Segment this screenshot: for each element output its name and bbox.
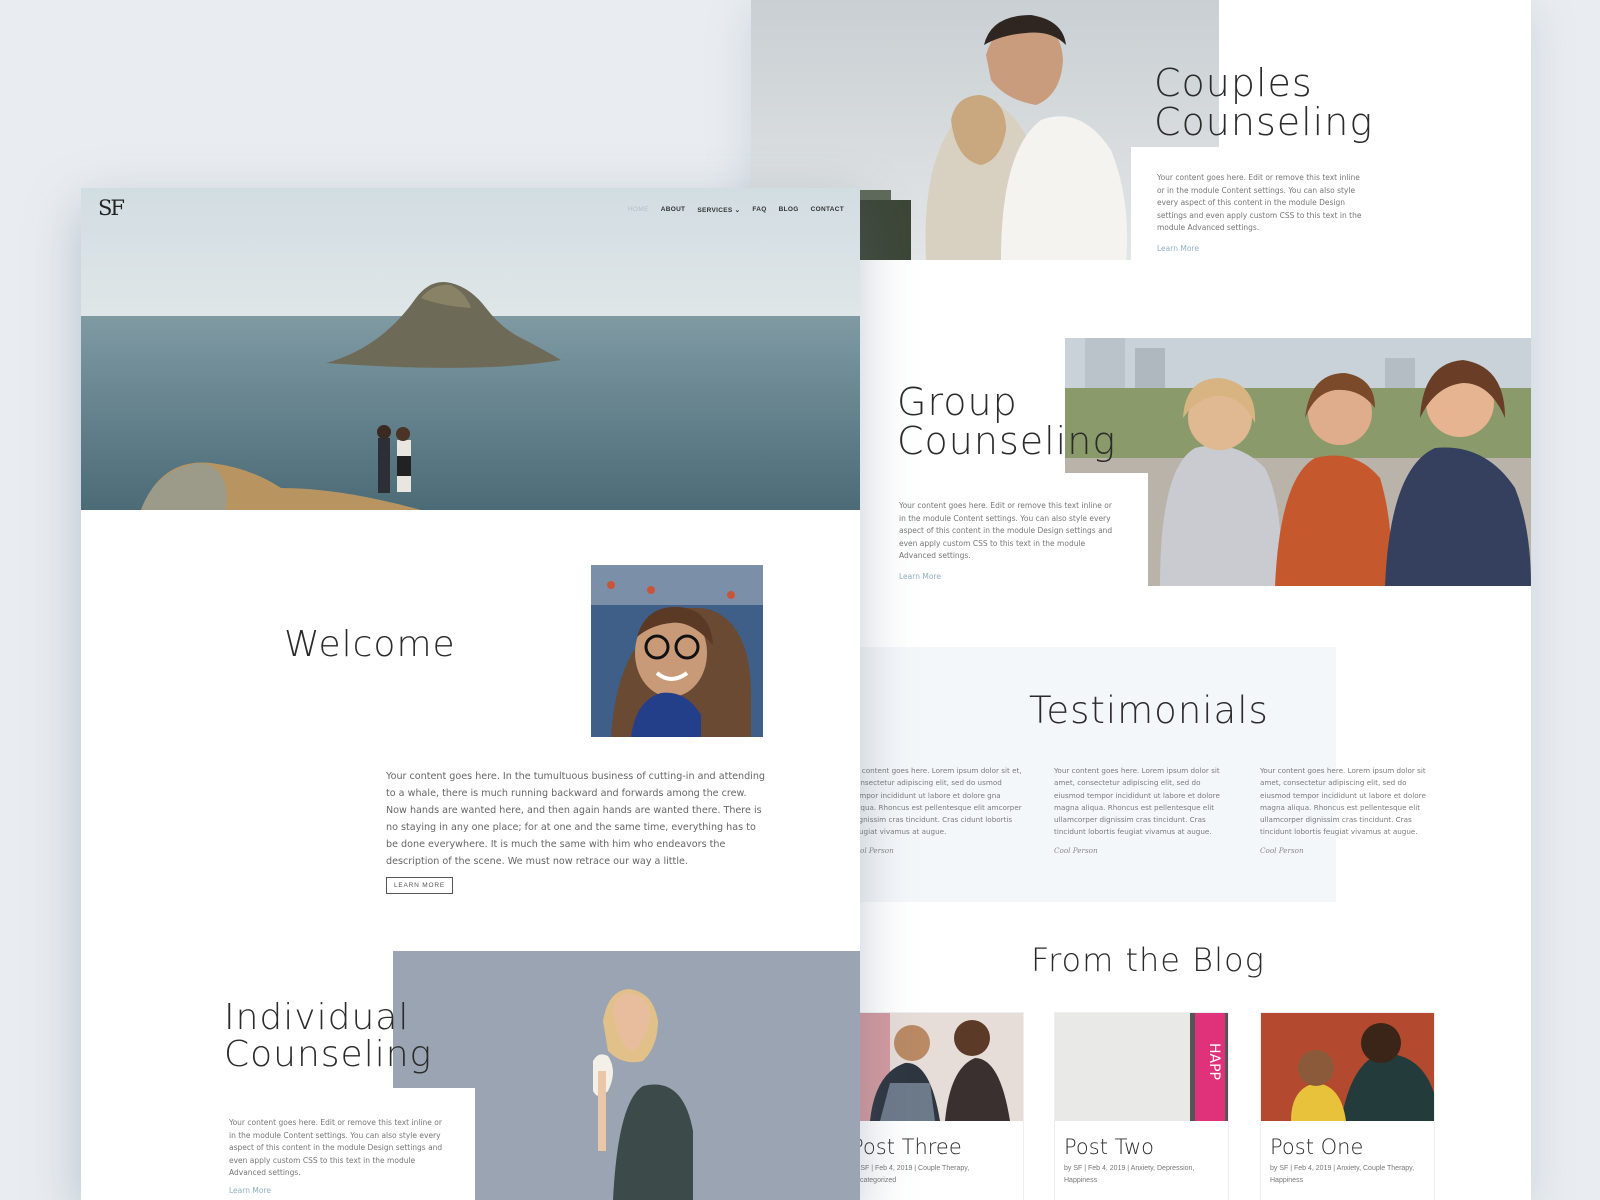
testimonial-2-text: Your content goes here. Lorem ipsum dolo… [1054, 766, 1220, 837]
nav-about[interactable]: ABOUT [661, 206, 686, 214]
main-nav: HOME ABOUT SERVICES ⌄ FAQ BLOG CONTACT [628, 206, 844, 214]
post-three-thumbnail [850, 1013, 1023, 1121]
group-title-line2: Counseling [897, 418, 1117, 463]
post-two-title[interactable]: Post Two [1064, 1135, 1228, 1159]
individual-title-line1: Individual [224, 997, 410, 1038]
blog-post-card[interactable]: Post Three by SF | Feb 4, 2019 | Couple … [849, 1012, 1024, 1200]
testimonial-1-text: ur content goes here. Lorem ipsum dolor … [860, 766, 1022, 837]
nav-home[interactable]: HOME [628, 206, 649, 214]
testimonial-2-author: Cool Person [1054, 845, 1098, 855]
individual-body: Your content goes here. Edit or remove t… [229, 1118, 443, 1177]
group-title: Group Counseling [897, 383, 1116, 461]
post-three-meta: by SF | Feb 4, 2019 | Couple Therapy, Un… [851, 1165, 970, 1184]
couples-title: Couples Counseling [1154, 64, 1373, 142]
post-two-meta: by SF | Feb 4, 2019 | Anxiety, Depressio… [1064, 1165, 1195, 1184]
testimonial-3: Your content goes here. Lorem ipsum dolo… [1260, 765, 1432, 855]
nav-faq[interactable]: FAQ [752, 206, 766, 214]
post-three-title[interactable]: Post Three [851, 1135, 1023, 1159]
welcome-title: Welcome [284, 624, 456, 665]
testimonial-1: ur content goes here. Lorem ipsum dolor … [860, 765, 1027, 855]
group-learn-more-link[interactable]: Learn More [899, 572, 941, 581]
welcome-portrait [591, 565, 763, 737]
nav-services-label: SERVICES [697, 207, 733, 214]
couples-body: Your content goes here. Edit or remove t… [1157, 173, 1362, 232]
nav-contact[interactable]: CONTACT [811, 206, 844, 214]
blog-post-card[interactable]: Post One by SF | Feb 4, 2019 | Anxiety, … [1260, 1012, 1435, 1200]
testimonial-3-text: Your content goes here. Lorem ipsum dolo… [1260, 766, 1426, 837]
individual-learn-more-link[interactable]: Learn More [229, 1186, 271, 1195]
testimonial-3-author: Cool Person [1260, 845, 1304, 855]
hero-image [81, 188, 860, 510]
individual-title-line2: Counseling [224, 1033, 433, 1075]
learn-more-button[interactable]: LEARN MORE [386, 877, 453, 894]
group-body: Your content goes here. Edit or remove t… [899, 501, 1113, 560]
nav-blog[interactable]: BLOG [779, 206, 799, 214]
post-two-thumbnail: HAPP [1055, 1013, 1228, 1121]
testimonial-1-author: ol Person [860, 845, 894, 855]
testimonial-2: Your content goes here. Lorem ipsum dolo… [1054, 765, 1226, 855]
blog-title: From the Blog [1031, 941, 1265, 979]
svg-text:HAPP: HAPP [1206, 1043, 1222, 1080]
services-page-preview: Couples Counseling Your content goes her… [751, 0, 1531, 1200]
couples-title-line1: Couples [1154, 61, 1313, 105]
individual-title: Individual Counseling [224, 997, 433, 1075]
home-page-preview: SF HOME ABOUT SERVICES ⌄ FAQ BLOG CONTAC… [81, 188, 860, 1200]
blog-post-card[interactable]: HAPP Post Two by SF | Feb 4, 2019 | Anxi… [1054, 1012, 1229, 1200]
welcome-body: Your content goes here. In the tumultuou… [386, 771, 766, 867]
group-title-line1: Group [897, 380, 1018, 424]
site-logo[interactable]: SF [98, 196, 125, 220]
post-one-thumbnail [1261, 1013, 1434, 1121]
chevron-down-icon: ⌄ [734, 207, 741, 214]
couples-learn-more-link[interactable]: Learn More [1157, 244, 1199, 253]
post-one-title[interactable]: Post One [1270, 1135, 1434, 1159]
nav-services[interactable]: SERVICES ⌄ [697, 206, 740, 214]
couples-title-line2: Counseling [1154, 99, 1374, 144]
post-one-meta: by SF | Feb 4, 2019 | Anxiety, Couple Th… [1270, 1165, 1415, 1184]
testimonials-title: Testimonials [1029, 689, 1269, 732]
